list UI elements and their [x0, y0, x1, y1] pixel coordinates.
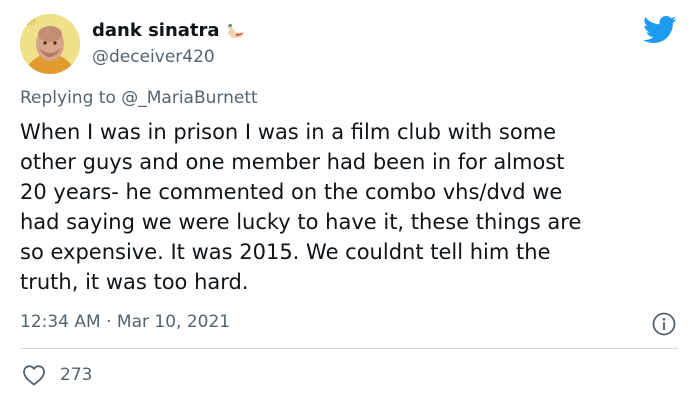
duck-emoji-icon — [226, 22, 246, 40]
like-action[interactable]: 273 — [22, 364, 92, 386]
tweet-text: When I was in prison I was in a film clu… — [20, 120, 582, 294]
tweet-timestamp[interactable]: 12:34 AM · Mar 10, 2021 — [20, 312, 230, 332]
svg-text:GIF: GIF — [24, 18, 38, 27]
replying-to-label: Replying to — [20, 88, 122, 108]
replying-to: Replying to @_MariaBurnett — [20, 88, 258, 108]
avatar[interactable]: GIF — [20, 14, 80, 74]
author-display-name[interactable]: dank sinatra — [92, 20, 220, 41]
like-count: 273 — [60, 365, 93, 385]
divider — [20, 348, 678, 349]
author-name-row: dank sinatra — [92, 20, 246, 41]
author-handle[interactable]: @deceiver420 — [92, 47, 215, 67]
info-icon[interactable] — [651, 311, 677, 337]
heart-icon[interactable] — [22, 364, 46, 386]
meta-separator: · — [100, 312, 117, 332]
replying-to-mention[interactable]: @_MariaBurnett — [121, 88, 257, 108]
tweet-date: Mar 10, 2021 — [116, 312, 231, 332]
tweet-time: 12:34 AM — [20, 312, 101, 332]
twitter-bird-icon[interactable] — [643, 15, 677, 45]
